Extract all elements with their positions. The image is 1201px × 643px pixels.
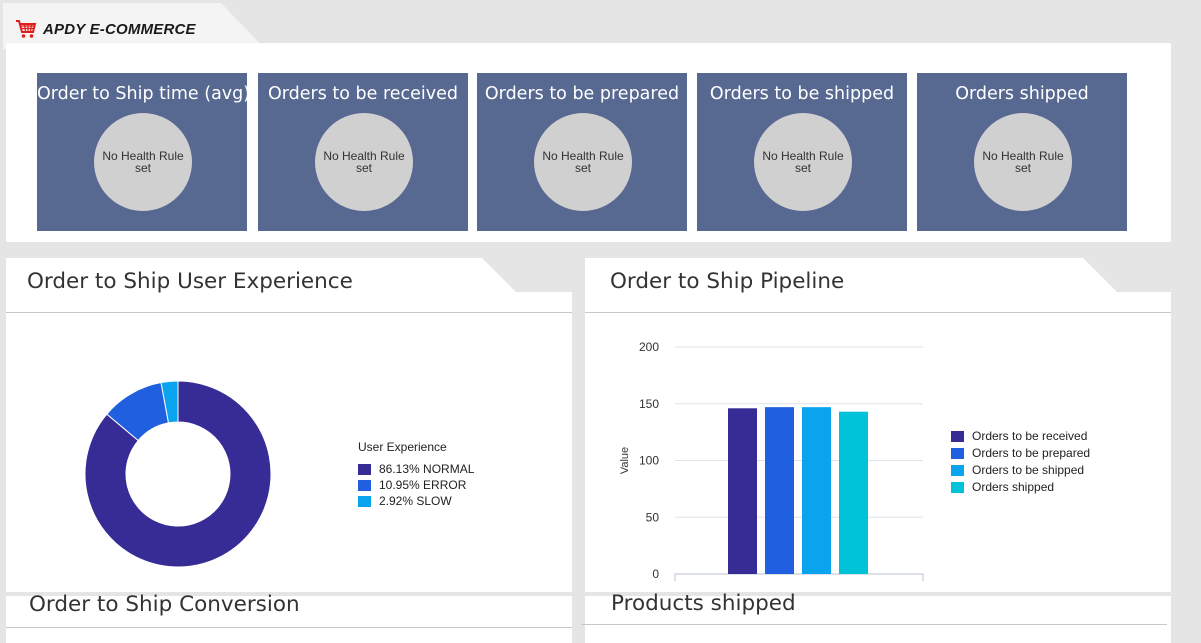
bar-2[interactable] <box>802 407 831 574</box>
legend-label: Orders to be shipped <box>972 463 1085 477</box>
bar-0[interactable] <box>728 408 757 574</box>
panel-title-conversion: Order to Ship Conversion <box>29 592 300 617</box>
tile-title: Order to Ship time (avg) <box>37 84 251 104</box>
health-status-circle: No Health Rule set <box>754 113 852 211</box>
legend-item-orders-to-be-received[interactable]: Orders to be received <box>951 429 1087 443</box>
legend-item-orders-to-be-prepared[interactable]: Orders to be prepared <box>951 446 1090 460</box>
legend-swatch <box>358 495 371 507</box>
app-logo[interactable]: APDY E-COMMERCE <box>15 18 196 40</box>
y-tick-label: 50 <box>646 510 660 524</box>
kpi-panel: Order to Ship time (avg) No Health Rule … <box>6 43 1171 242</box>
legend-label: 86.13% NORMAL <box>379 462 475 476</box>
panel-title-products-shipped: Products shipped <box>611 591 796 616</box>
legend-swatch <box>951 447 964 459</box>
legend-label: Orders to be prepared <box>972 446 1091 460</box>
y-tick-label: 0 <box>652 567 659 581</box>
y-axis-label: Value <box>619 447 631 474</box>
panel-title-pipeline: Order to Ship Pipeline <box>610 269 845 294</box>
divider <box>6 312 572 313</box>
x-axis <box>674 573 924 581</box>
health-status-circle: No Health Rule set <box>315 113 413 211</box>
tile-orders-to-be-received[interactable]: Orders to be received No Health Rule set <box>258 73 468 231</box>
bar-3[interactable] <box>839 411 868 574</box>
bar-1[interactable] <box>765 407 794 574</box>
app-title: APDY E-COMMERCE <box>43 20 196 38</box>
tile-title: Orders shipped <box>955 84 1089 104</box>
health-status-circle: No Health Rule set <box>534 113 632 211</box>
legend-item-normal[interactable]: 86.13% NORMAL <box>358 462 474 476</box>
y-tick-label: 100 <box>639 454 659 468</box>
tile-title: Orders to be shipped <box>709 84 895 104</box>
user-experience-donut-chart <box>84 380 272 568</box>
legend-swatch <box>951 481 964 493</box>
shopping-cart-icon <box>16 20 37 38</box>
panel-title-user-experience: Order to Ship User Experience <box>27 269 353 294</box>
tile-order-to-ship-time[interactable]: Order to Ship time (avg) No Health Rule … <box>37 73 251 231</box>
legend-label: 2.92% SLOW <box>379 494 452 508</box>
tile-orders-to-be-prepared[interactable]: Orders to be prepared No Health Rule set <box>477 73 687 231</box>
tile-title: Orders to be received <box>267 84 459 104</box>
legend-item-error[interactable]: 10.95% ERROR <box>358 478 466 492</box>
legend-swatch <box>951 464 964 476</box>
tile-orders-to-be-shipped[interactable]: Orders to be shipped No Health Rule set <box>697 73 907 231</box>
divider <box>6 627 572 628</box>
legend-item-slow[interactable]: 2.92% SLOW <box>358 494 452 508</box>
y-tick-label: 150 <box>639 397 659 411</box>
tile-title: Orders to be prepared <box>484 84 680 104</box>
health-status-circle: No Health Rule set <box>94 113 192 211</box>
pipeline-bar-chart: 0 50 100 150 200 Value <box>619 340 924 581</box>
divider <box>581 624 1167 625</box>
y-tick-label: 200 <box>639 340 659 354</box>
tile-orders-shipped[interactable]: Orders shipped No Health Rule set <box>917 73 1127 231</box>
legend-title: User Experience <box>358 440 447 454</box>
legend-swatch <box>358 479 371 491</box>
legend-label: 10.95% ERROR <box>379 478 467 492</box>
legend-label: Orders to be received <box>972 429 1088 443</box>
legend-swatch <box>358 463 371 475</box>
legend-item-orders-to-be-shipped[interactable]: Orders to be shipped <box>951 463 1084 477</box>
divider <box>585 312 1171 313</box>
legend-swatch <box>951 430 964 442</box>
health-status-circle: No Health Rule set <box>974 113 1072 211</box>
legend-item-orders-shipped[interactable]: Orders shipped <box>951 480 1054 494</box>
legend-label: Orders shipped <box>972 480 1055 494</box>
